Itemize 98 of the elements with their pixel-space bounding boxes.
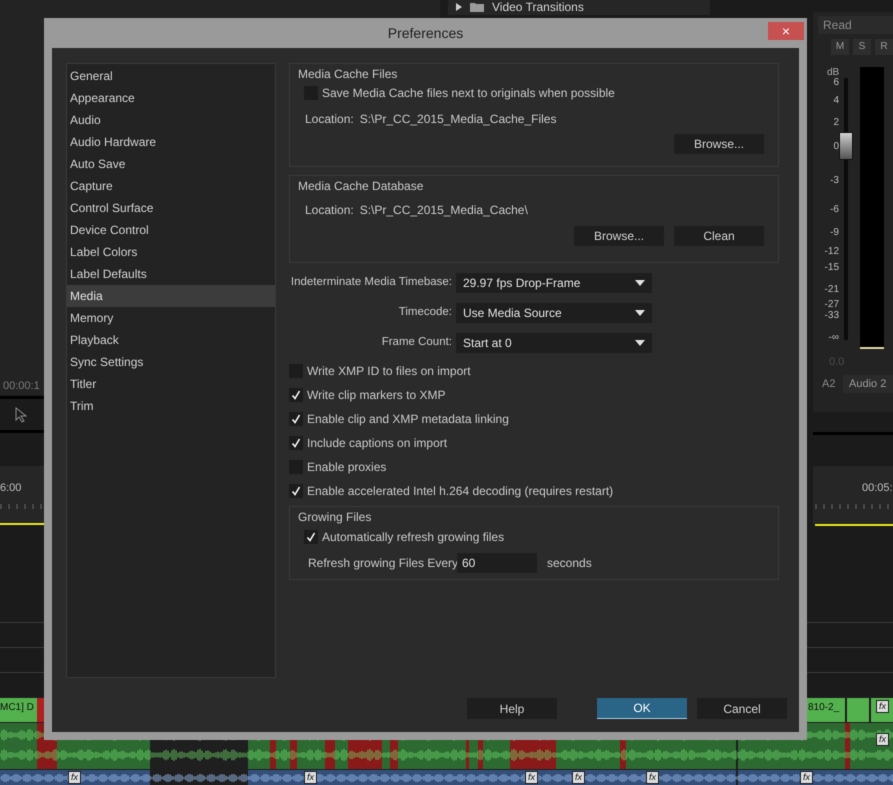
close-button[interactable]: × (768, 22, 804, 40)
ruler-background (0, 466, 44, 524)
effect-badge: fx (525, 771, 538, 784)
group-title: Media Cache Database (298, 178, 424, 193)
unit-label: seconds (547, 555, 592, 572)
effect-badge: fx (304, 771, 318, 784)
field-label: Timecode: (398, 305, 453, 320)
scale-label: 4 (832, 96, 839, 106)
tree-item[interactable]: Video Transitions (492, 1, 584, 13)
effect-badge: fx (876, 700, 890, 713)
caret-icon (635, 280, 645, 286)
timecode: 00:00:1 (3, 381, 40, 392)
button[interactable]: OK (597, 698, 687, 719)
dropdown-value: Start at 0 (463, 335, 512, 352)
folder-icon (470, 2, 484, 12)
scale-label: 2 (832, 118, 839, 128)
unit-label: dB (827, 68, 840, 78)
field-label: Location: (305, 202, 354, 219)
group-title: Growing Files (298, 509, 372, 524)
checkbox-label: Enable accelerated Intel h.264 decoding (requires restart) (307, 483, 614, 500)
path-text: S:\Pr_CC_2015_Media_Cache_Files (360, 111, 556, 128)
dropdown[interactable]: Start at 0 (456, 333, 652, 353)
field-label: Refresh growing Files Every (308, 555, 457, 572)
number-field[interactable]: 60 (457, 553, 537, 573)
scale-label: -27 (824, 300, 839, 310)
scale-label: -9 (829, 228, 839, 238)
mixer-toggle-button[interactable]: M (831, 39, 849, 55)
category-item[interactable]: Memory (67, 307, 275, 329)
ruler-time: 6:00 (0, 483, 22, 494)
category-item[interactable]: Sync Settings (67, 351, 275, 373)
mixer-toggle-button[interactable]: S (853, 39, 871, 55)
checkbox-label: Write clip markers to XMP (307, 387, 446, 404)
clip-label: MC1] D (0, 703, 34, 713)
scale-label: -21 (824, 285, 839, 295)
field-label: Location: (305, 111, 354, 128)
dropdown-value: 29.97 fps Drop-Frame (463, 275, 580, 292)
scale-label: -12 (824, 247, 839, 257)
button[interactable]: Help (467, 698, 557, 719)
scale-label: 6 (832, 78, 839, 88)
effect-badge: fx (800, 771, 814, 784)
window-title: Preferences (388, 24, 464, 42)
scale-label: -3 (829, 176, 839, 186)
category-item[interactable]: Playback (67, 329, 275, 351)
fader-handle[interactable] (839, 132, 853, 160)
scale-label: -33 (824, 311, 839, 321)
dropdown[interactable]: 29.97 fps Drop-Frame (456, 273, 652, 293)
effect-badge: fx (68, 771, 82, 784)
category-item[interactable]: Device Control (67, 219, 275, 241)
category-item[interactable]: Capture (67, 175, 275, 197)
category-item[interactable]: General (67, 65, 275, 87)
category-item[interactable]: Label Defaults (67, 263, 275, 285)
group-title: Media Cache Files (298, 66, 398, 81)
automation-dropdown[interactable]: Read (818, 16, 893, 34)
checkbox[interactable] (289, 484, 303, 498)
ruler-time: 00:05: (862, 483, 893, 494)
checkbox-label: Include captions on import (307, 435, 448, 452)
category-item[interactable]: Label Colors (67, 241, 275, 263)
checkbox-label: Automatically refresh growing files (322, 529, 504, 546)
scale-label: -6 (829, 205, 839, 215)
checkbox-label: Save Media Cache files next to originals when possible (322, 85, 615, 102)
caret-icon (635, 340, 645, 346)
category-item[interactable]: Appearance (67, 87, 275, 109)
checkbox[interactable] (289, 436, 303, 450)
checkbox-label: Write XMP ID to files on import (307, 363, 471, 380)
scale-label: 0 (832, 142, 839, 152)
category-item[interactable]: Titler (67, 373, 275, 395)
category-item[interactable]: Trim (67, 395, 275, 417)
button[interactable]: Browse... (674, 134, 764, 154)
caret-icon (635, 310, 645, 316)
checkbox-label: Enable proxies (307, 459, 386, 476)
button[interactable]: Browse... (574, 226, 664, 246)
checkbox-label: Enable clip and XMP metadata linking (307, 411, 509, 428)
effect-badge: fx (572, 771, 586, 784)
category-item[interactable]: Audio (67, 109, 275, 131)
button[interactable]: Cancel (697, 698, 787, 719)
category-item[interactable]: Media (67, 285, 275, 307)
field-label: Frame Count: (380, 335, 453, 350)
clip-label: 810-2_ (808, 703, 840, 713)
ruler-ticks (0, 504, 44, 510)
checkbox[interactable] (289, 388, 303, 402)
effect-badge: fx (876, 733, 890, 746)
field-label: Indeterminate Media Timebase: (290, 275, 453, 290)
mixer-toggle-button[interactable]: R (875, 39, 893, 55)
scale-label: -∞ (828, 333, 839, 343)
button[interactable]: Clean (674, 226, 764, 246)
dropdown[interactable]: Use Media Source (456, 303, 652, 323)
category-item[interactable]: Auto Save (67, 153, 275, 175)
path-text: S:\Pr_CC_2015_Media_Cache\ (360, 202, 528, 219)
pointer-icon (15, 407, 27, 423)
effect-badge: fx (646, 771, 660, 784)
dropdown-value: Use Media Source (463, 305, 562, 322)
category-item[interactable]: Audio Hardware (67, 131, 275, 153)
track-label: A2 (822, 379, 836, 390)
scale-label: -15 (824, 263, 839, 273)
checkbox[interactable] (289, 412, 303, 426)
track-name-field[interactable]: Audio 2 (843, 375, 893, 393)
checkbox[interactable] (304, 530, 318, 544)
category-item[interactable]: Control Surface (67, 197, 275, 219)
